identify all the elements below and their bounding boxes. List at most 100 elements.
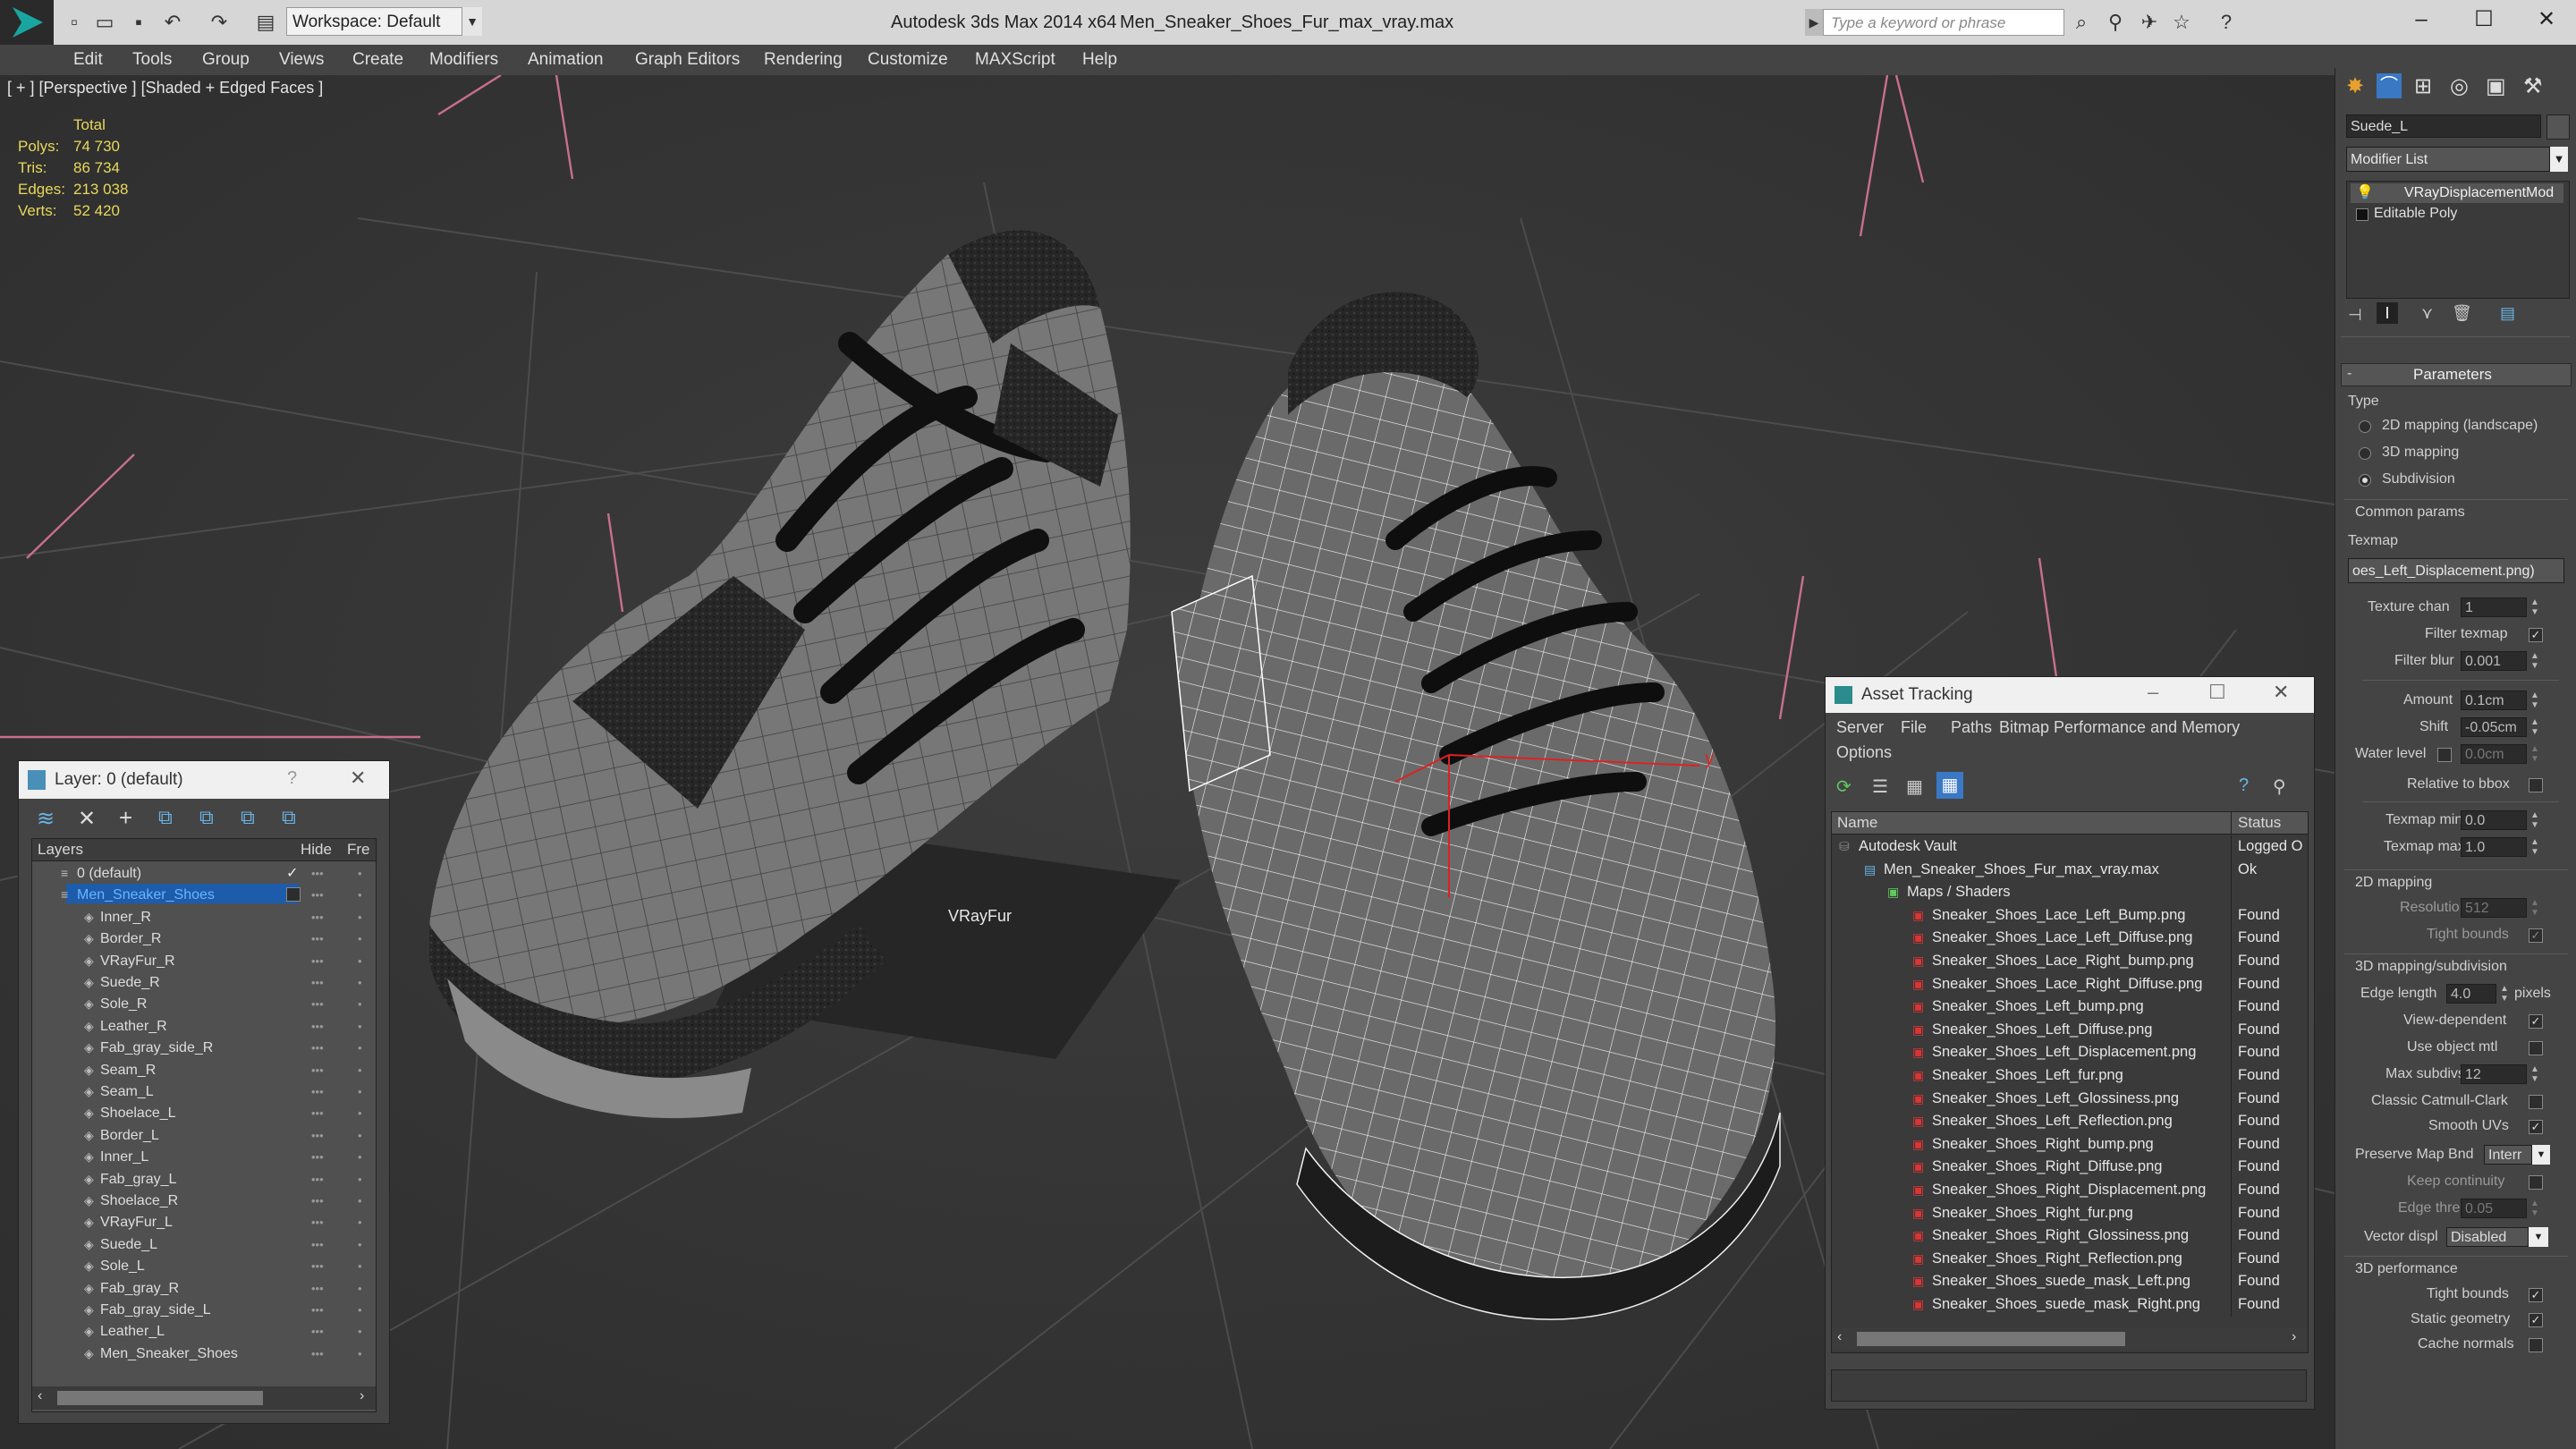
- freeze-toggle-icon[interactable]: •: [358, 862, 362, 886]
- highlight-layer-icon[interactable]: ⧉: [199, 806, 214, 829]
- resolution-input[interactable]: 512: [2461, 898, 2527, 918]
- spinner-icon[interactable]: ▲ ▼: [2530, 837, 2539, 857]
- stack-item-editable-poly[interactable]: Editable Poly: [2374, 206, 2457, 222]
- object-color-swatch[interactable]: [2546, 114, 2570, 140]
- classic-catmull-checkbox[interactable]: [2529, 1095, 2543, 1109]
- freeze-toggle-icon[interactable]: •: [358, 1168, 362, 1191]
- asset-path-field[interactable]: [1831, 1369, 2307, 1402]
- close-icon[interactable]: ✕: [2273, 681, 2289, 704]
- shift-input[interactable]: -0.05cm: [2461, 717, 2527, 737]
- column-layers[interactable]: Layers: [38, 841, 83, 859]
- pin-stack-icon[interactable]: ⊣: [2348, 306, 2362, 325]
- favorites-star-icon[interactable]: ☆: [2168, 9, 2195, 36]
- menu-create[interactable]: Create: [352, 45, 403, 75]
- workspace-dropdown-arrow-icon[interactable]: ▼: [462, 7, 482, 36]
- freeze-toggle-icon[interactable]: •: [358, 1059, 362, 1082]
- static-geometry-checkbox[interactable]: ✓: [2529, 1313, 2543, 1327]
- spinner-icon[interactable]: ▲ ▼: [2530, 744, 2539, 764]
- spinner-icon[interactable]: ▲ ▼: [2530, 1064, 2539, 1084]
- communication-center-icon[interactable]: ✈: [2136, 9, 2163, 36]
- freeze-toggle-icon[interactable]: •: [358, 1190, 362, 1213]
- asset-row[interactable]: ▣ Sneaker_Shoes_Lace_Left_Diffuse.png Foun…: [1832, 927, 2308, 950]
- minimize-icon[interactable]: –: [2148, 681, 2158, 704]
- hide-toggle-icon[interactable]: •••: [311, 1255, 324, 1278]
- binoculars-icon[interactable]: ⌕: [2068, 9, 2095, 36]
- search-input[interactable]: Type a keyword or phrase: [1823, 9, 2064, 36]
- help-icon[interactable]: ?: [2213, 9, 2240, 36]
- hide-toggle-icon[interactable]: •••: [311, 1146, 324, 1169]
- asset-row[interactable]: ▣ Sneaker_Shoes_Left_Diffuse.png Found: [1832, 1018, 2308, 1042]
- hide-toggle-icon[interactable]: •••: [311, 1343, 324, 1366]
- freeze-toggle-icon[interactable]: •: [358, 1015, 362, 1038]
- menu-graph-editors[interactable]: Graph Editors: [635, 45, 740, 75]
- menu-edit[interactable]: Edit: [73, 45, 103, 75]
- expand-box-icon[interactable]: [2356, 208, 2368, 221]
- asset-row[interactable]: ⛁ Autodesk Vault Logged O: [1832, 835, 2308, 859]
- asset-row[interactable]: ▣ Sneaker_Shoes_suede_mask_Right.png Found: [1832, 1293, 2308, 1317]
- list-view-icon[interactable]: ☰: [1872, 775, 1888, 798]
- menu-animation[interactable]: Animation: [528, 45, 604, 75]
- hide-all-layers-icon[interactable]: ⧉: [241, 806, 255, 829]
- freeze-toggle-icon[interactable]: •: [358, 1299, 362, 1322]
- asset-row[interactable]: ▣ Sneaker_Shoes_Left_fur.png Found: [1832, 1064, 2308, 1088]
- relative-bbox-checkbox[interactable]: [2529, 778, 2543, 792]
- hide-toggle-icon[interactable]: •••: [311, 1211, 324, 1234]
- hide-toggle-icon[interactable]: •••: [311, 1320, 324, 1343]
- scroll-right-icon[interactable]: ›: [2292, 1329, 2296, 1345]
- hide-toggle-icon[interactable]: •••: [311, 884, 324, 907]
- scroll-thumb[interactable]: [1857, 1332, 2125, 1346]
- vector-displ-dropdown[interactable]: Disabled: [2446, 1227, 2529, 1247]
- spinner-icon[interactable]: ▲ ▼: [2500, 984, 2509, 1004]
- freeze-toggle-icon[interactable]: •: [358, 928, 362, 951]
- viewport-label[interactable]: [ + ] [Perspective ] [Shaded + Edged Fac…: [7, 79, 323, 97]
- amount-input[interactable]: 0.1cm: [2461, 691, 2527, 710]
- hide-toggle-icon[interactable]: •••: [311, 1299, 324, 1322]
- save-file-icon[interactable]: ▪: [125, 9, 152, 36]
- freeze-toggle-icon[interactable]: •: [358, 1102, 362, 1125]
- menu-modifiers[interactable]: Modifiers: [429, 45, 498, 75]
- stack-item-vraydisplacement[interactable]: VRayDisplacementMod: [2404, 185, 2554, 201]
- layer-row[interactable]: ◈ Shoelace_R ••• •: [32, 1190, 376, 1211]
- redo-icon[interactable]: ↷: [206, 9, 233, 36]
- layer-row[interactable]: ◈ Fab_gray_L ••• •: [32, 1168, 376, 1190]
- hide-toggle-icon[interactable]: •••: [311, 928, 324, 951]
- keep-continuity-checkbox[interactable]: [2529, 1175, 2543, 1190]
- layer-row[interactable]: ◈ Seam_R ••• •: [32, 1059, 376, 1080]
- asset-row[interactable]: ▣ Sneaker_Shoes_Left_Displacement.png Foun…: [1832, 1041, 2308, 1064]
- menu-tools[interactable]: Tools: [132, 45, 172, 75]
- hide-toggle-icon[interactable]: •••: [311, 1080, 324, 1104]
- parameters-rollout-header[interactable]: - Parameters: [2341, 363, 2572, 386]
- asset-menu-file[interactable]: File: [1901, 718, 1927, 737]
- configure-sets-icon[interactable]: ▤: [2500, 304, 2515, 323]
- show-end-result-icon[interactable]: I: [2377, 302, 2398, 324]
- freeze-toggle-icon[interactable]: •: [358, 906, 362, 929]
- freeze-toggle-icon[interactable]: •: [358, 1255, 362, 1278]
- column-freeze[interactable]: Fre: [347, 841, 370, 859]
- layer-row[interactable]: ◈ Leather_R ••• •: [32, 1015, 376, 1037]
- freeze-toggle-icon[interactable]: •: [358, 1343, 362, 1366]
- grid-view-icon[interactable]: ▦: [1936, 772, 1963, 799]
- create-tab-icon[interactable]: ✸: [2346, 73, 2364, 99]
- asset-row[interactable]: ▣ Sneaker_Shoes_Lace_Right_bump.png Found: [1832, 950, 2308, 973]
- edge-thresh-input[interactable]: 0.05: [2461, 1199, 2527, 1218]
- texture-chan-input[interactable]: 1: [2461, 597, 2527, 617]
- maximize-icon[interactable]: ☐: [2208, 681, 2226, 704]
- texmap-button[interactable]: oes_Left_Displacement.png): [2348, 558, 2564, 583]
- hide-toggle-icon[interactable]: •••: [311, 1168, 324, 1191]
- edge-length-input[interactable]: 4.0: [2446, 984, 2496, 1004]
- current-layer-box[interactable]: [286, 887, 301, 902]
- freeze-toggle-icon[interactable]: •: [358, 1037, 362, 1060]
- cache-normals-checkbox[interactable]: [2529, 1338, 2543, 1352]
- column-status[interactable]: Status: [2238, 814, 2281, 832]
- table-view-icon[interactable]: ▦: [1906, 775, 1923, 798]
- project-folder-icon[interactable]: ▤: [252, 9, 279, 36]
- texmap-max-input[interactable]: 1.0: [2461, 837, 2527, 857]
- spinner-icon[interactable]: ▲ ▼: [2530, 651, 2539, 671]
- asset-menu-bitmap-performance[interactable]: Bitmap Performance and Memory: [1999, 718, 2240, 737]
- layer-row[interactable]: ◈ Inner_R ••• •: [32, 906, 376, 928]
- freeze-all-layers-icon[interactable]: ⧉: [282, 806, 296, 829]
- hide-toggle-icon[interactable]: •••: [311, 993, 324, 1016]
- layer-row[interactable]: ◈ Fab_gray_side_R ••• •: [32, 1037, 376, 1058]
- column-hide[interactable]: Hide: [301, 841, 332, 859]
- hide-toggle-icon[interactable]: •••: [311, 1233, 324, 1257]
